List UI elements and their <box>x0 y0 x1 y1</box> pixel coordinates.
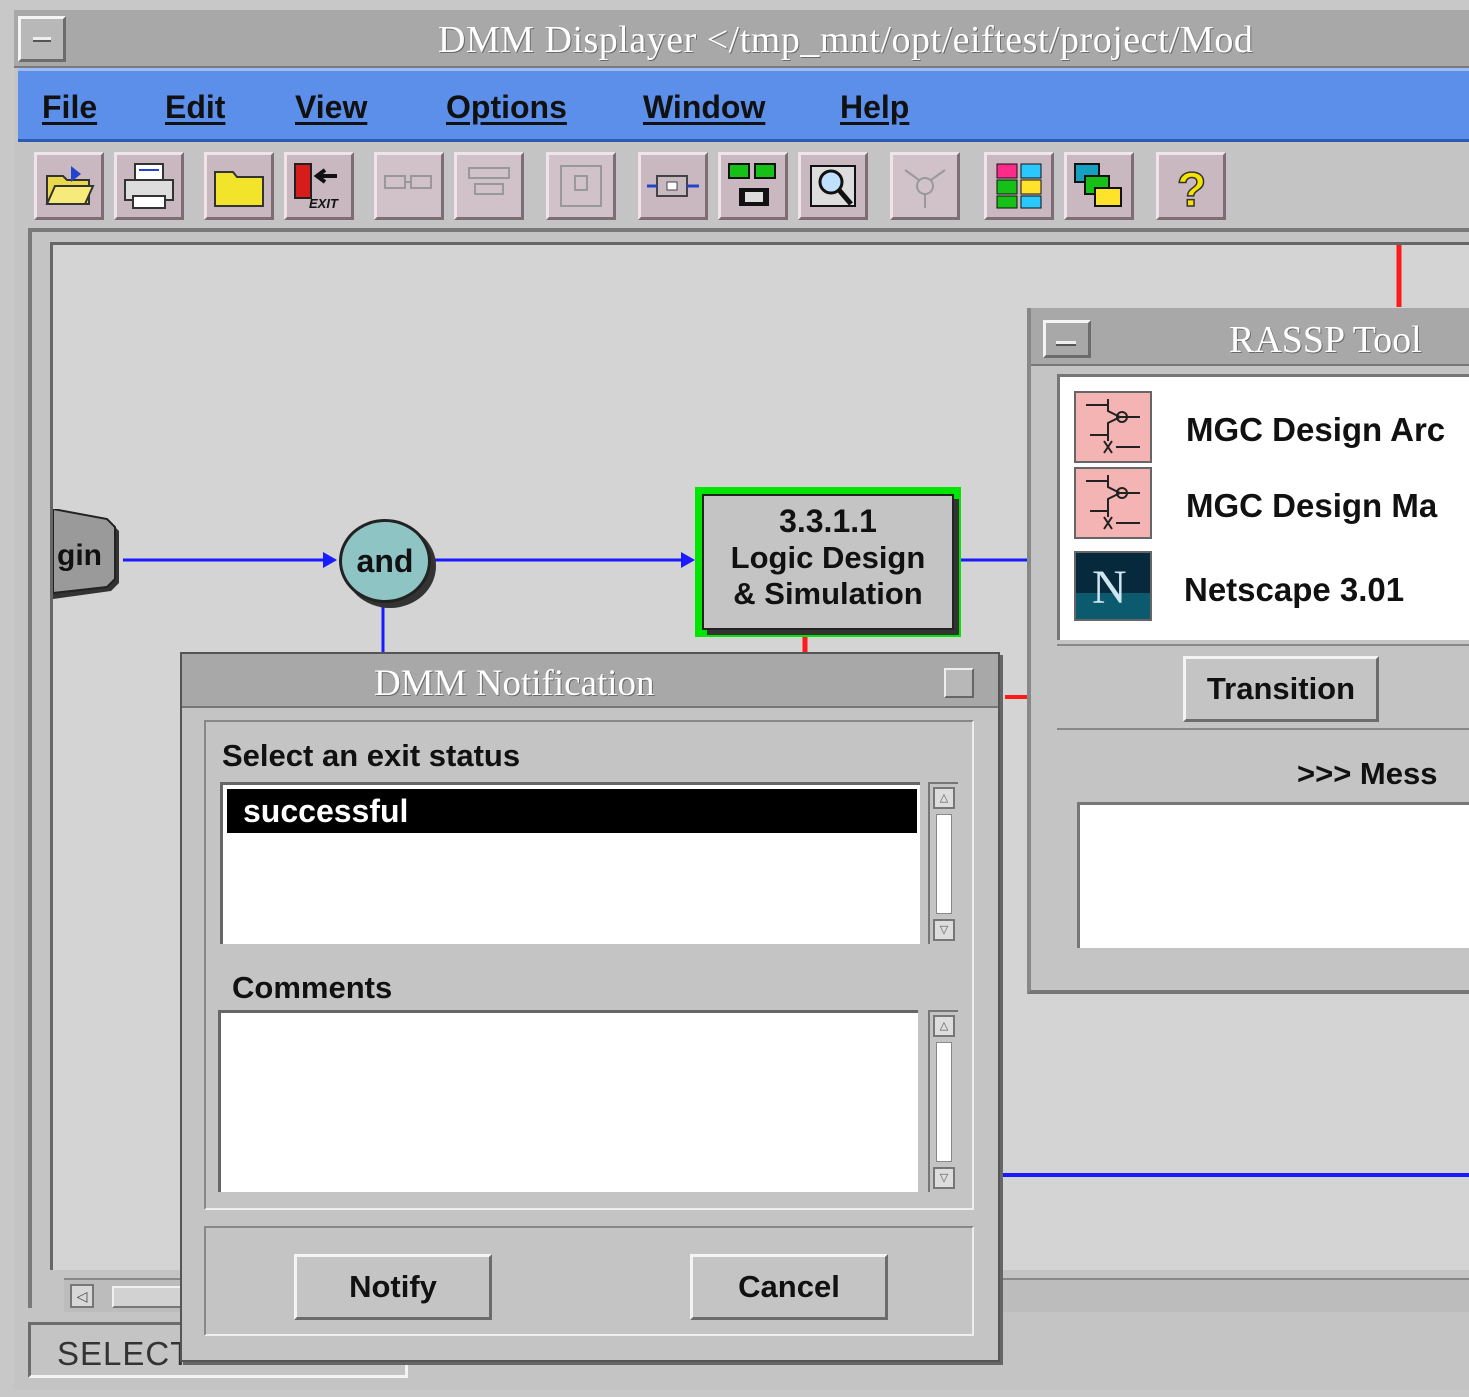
stack-icon[interactable] <box>1064 152 1134 220</box>
scroll-down-icon[interactable]: ▽ <box>933 919 955 941</box>
dmm-notification-dialog: DMM Notification Select an exit status s… <box>180 652 1000 1362</box>
scroll-down-icon[interactable]: ▽ <box>933 1167 955 1189</box>
chain-icon[interactable] <box>374 152 444 220</box>
window-menu-button[interactable] <box>18 16 66 62</box>
exit-status-list[interactable]: successful <box>220 782 920 944</box>
mgc-design-icon <box>1074 467 1152 539</box>
and-node[interactable]: and <box>339 519 431 603</box>
toolbar: EXIT ? <box>18 142 1469 228</box>
task-node-logic-design[interactable]: 3.3.1.1 Logic Design & Simulation <box>695 487 961 637</box>
dialog-title: DMM Notification <box>374 663 655 704</box>
help-icon[interactable]: ? <box>1156 152 1226 220</box>
scroll-up-icon[interactable]: △ <box>933 1015 955 1037</box>
messages-box <box>1077 802 1469 948</box>
comments-label: Comments <box>232 970 393 1005</box>
scroll-track <box>936 1042 952 1162</box>
exit-list-scrollbar[interactable]: △ ▽ <box>928 782 958 944</box>
dialog-actions: Notify Cancel <box>204 1226 974 1336</box>
tool-row-mgc-design-ma[interactable]: MGC Design Ma <box>1074 467 1469 539</box>
messages-label: >>> Mess <box>1297 756 1438 791</box>
exit-status-label: Select an exit status <box>222 738 521 773</box>
rassp-action-area: Transition <box>1057 644 1469 730</box>
menu-window[interactable]: Window <box>643 89 765 126</box>
scroll-up-icon[interactable]: △ <box>933 787 955 809</box>
scroll-left-icon[interactable]: ◁ <box>70 1284 94 1308</box>
and-node-label: and <box>356 542 414 579</box>
menu-options[interactable]: Options <box>446 89 567 126</box>
layout-icon[interactable] <box>454 152 524 220</box>
tool-row-netscape[interactable]: N Netscape 3.01 <box>1074 551 1469 623</box>
hierarchy-icon[interactable] <box>718 152 788 220</box>
zoom-icon[interactable] <box>798 152 868 220</box>
task-id: 3.3.1.1 <box>779 503 877 539</box>
tool-name: Netscape 3.01 <box>1184 571 1405 608</box>
menu-bar: File Edit View Options Window Help <box>18 68 1469 142</box>
svg-text:?: ? <box>1177 164 1206 212</box>
svg-text:N: N <box>1092 561 1127 614</box>
open-folder-icon[interactable] <box>34 152 104 220</box>
maximize-icon[interactable] <box>944 668 974 698</box>
process-icon[interactable] <box>638 152 708 220</box>
tool-name: MGC Design Arc <box>1186 411 1446 448</box>
task-title-line2: & Simulation <box>733 576 923 611</box>
frame-icon[interactable] <box>546 152 616 220</box>
rassp-title-bar[interactable]: RASSP Tool <box>1031 308 1469 366</box>
begin-node-label: gin <box>57 539 102 572</box>
window-title: DMM Displayer </tmp_mnt/opt/eiftest/proj… <box>438 19 1254 61</box>
transition-button[interactable]: Transition <box>1183 656 1379 722</box>
tool-row-mgc-design-arc[interactable]: MGC Design Arc <box>1074 391 1469 463</box>
print-icon[interactable] <box>114 152 184 220</box>
tool-name: MGC Design Ma <box>1186 487 1438 524</box>
grid-icon[interactable] <box>984 152 1054 220</box>
folder-icon[interactable] <box>204 152 274 220</box>
menu-edit[interactable]: Edit <box>165 89 225 126</box>
menu-file[interactable]: File <box>42 89 97 126</box>
cancel-button[interactable]: Cancel <box>690 1254 888 1320</box>
notify-button[interactable]: Notify <box>294 1254 492 1320</box>
menu-view[interactable]: View <box>295 89 367 126</box>
begin-node[interactable]: gin <box>53 509 131 601</box>
rassp-window-menu-button[interactable] <box>1043 320 1091 358</box>
exit-option-successful[interactable]: successful <box>227 789 917 833</box>
dialog-title-bar[interactable]: DMM Notification <box>182 654 998 708</box>
status-text: SELECT <box>57 1335 192 1372</box>
scroll-track <box>936 814 952 914</box>
menu-help[interactable]: Help <box>840 89 909 126</box>
svg-text:EXIT: EXIT <box>309 196 339 211</box>
rassp-tool-list: MGC Design Arc MGC Design Ma N Netscape … <box>1057 374 1469 640</box>
title-bar[interactable]: DMM Displayer </tmp_mnt/opt/eiftest/proj… <box>14 10 1469 68</box>
network-icon[interactable] <box>890 152 960 220</box>
rassp-tool-window: RASSP Tool MGC Design Arc MGC Design Ma … <box>1027 308 1469 994</box>
exit-icon[interactable]: EXIT <box>284 152 354 220</box>
rassp-title: RASSP Tool <box>1229 319 1422 361</box>
netscape-icon: N <box>1074 551 1152 621</box>
comments-textarea[interactable] <box>218 1010 918 1192</box>
comments-scrollbar[interactable]: △ ▽ <box>928 1010 958 1192</box>
task-title-line1: Logic Design <box>730 540 926 575</box>
mgc-design-icon <box>1074 391 1152 463</box>
